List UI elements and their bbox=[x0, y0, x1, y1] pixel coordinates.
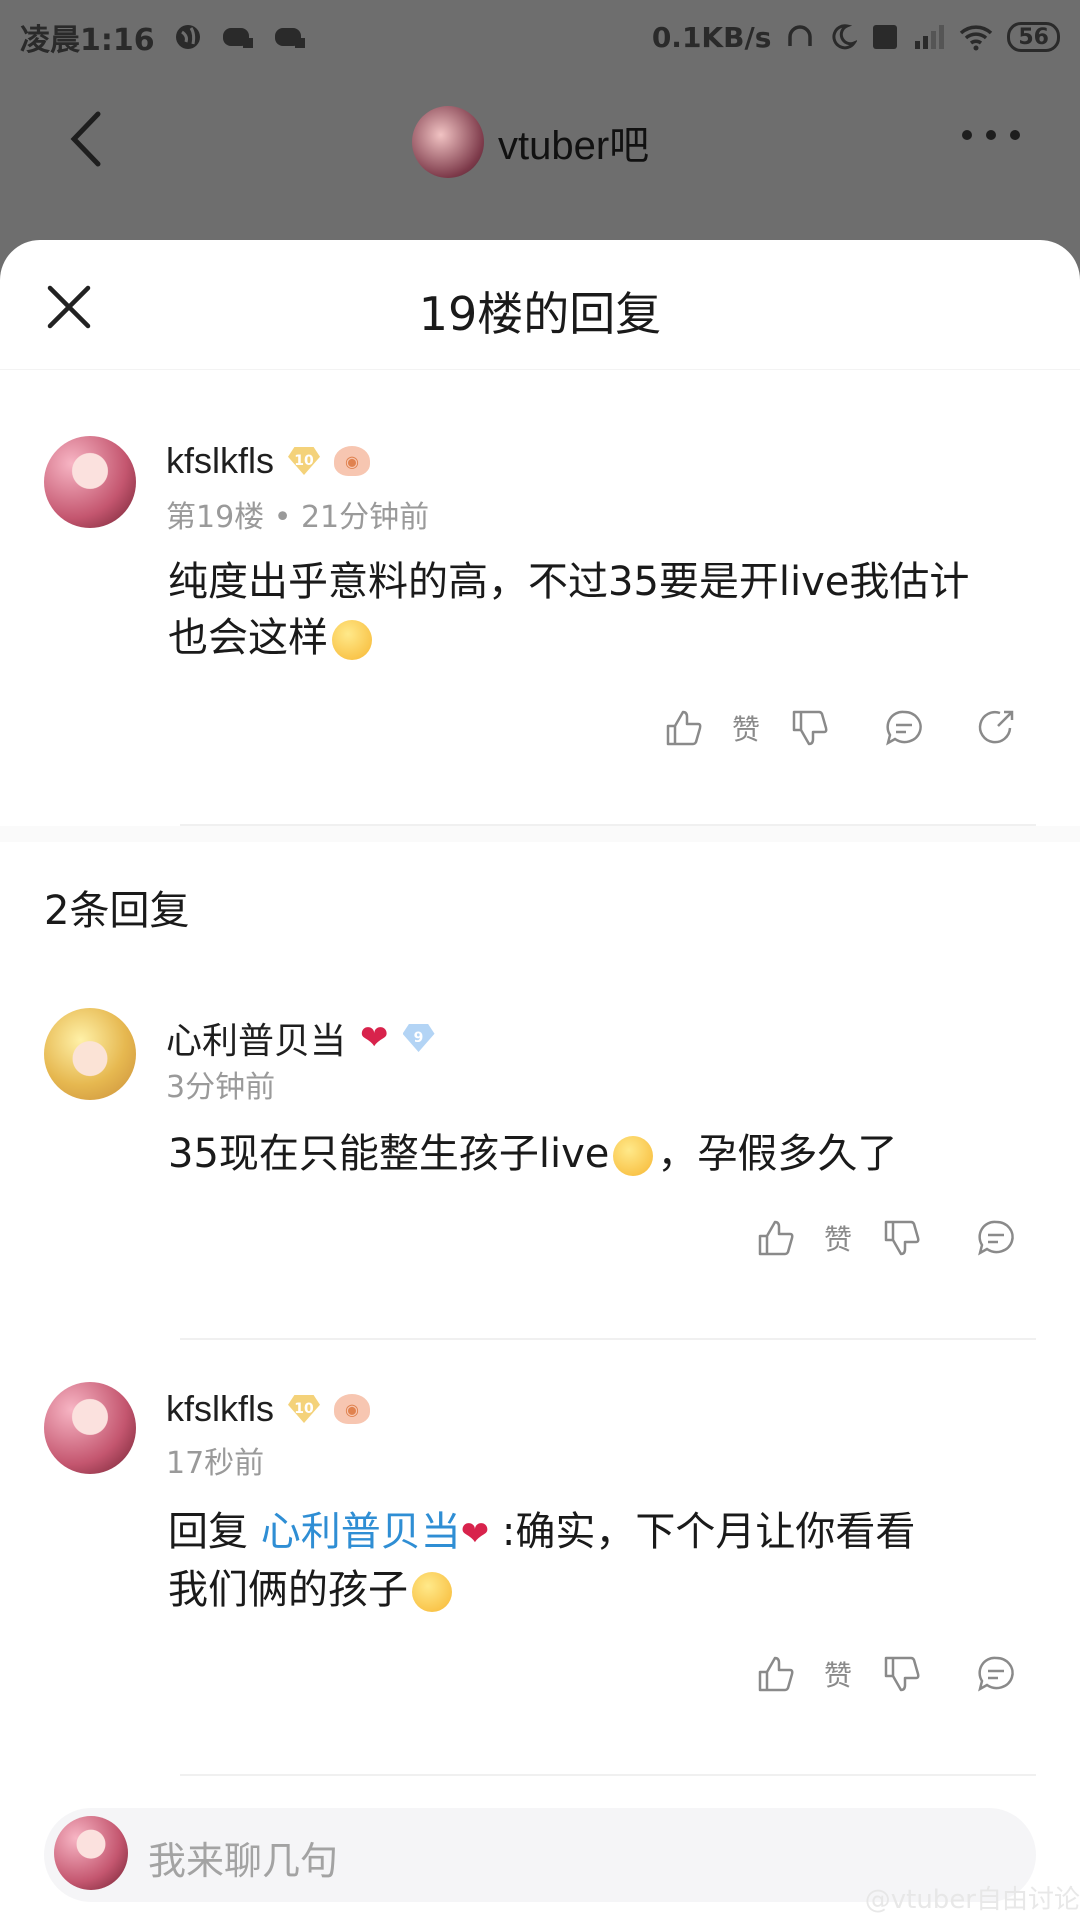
reply-content[interactable]: 35现在只能整生孩子live ，孕假多久了 bbox=[168, 1126, 1048, 1182]
post-content[interactable]: 纯度出乎意料的高，不过35要是开live我估计 也会这样 bbox=[168, 554, 1048, 666]
username[interactable]: kfslkfls bbox=[166, 1388, 274, 1430]
moon-icon bbox=[829, 23, 858, 51]
post-content-line2: 也会这样 bbox=[168, 615, 328, 661]
dislike-button[interactable] bbox=[788, 706, 832, 750]
reply-actions: 赞 bbox=[754, 1652, 1018, 1696]
avatar[interactable] bbox=[44, 1382, 136, 1474]
share-icon bbox=[978, 710, 1014, 744]
like-label: 赞 bbox=[824, 1223, 853, 1256]
gamepad-icon bbox=[221, 24, 255, 50]
reply-time: 3分钟前 bbox=[166, 1070, 276, 1105]
reply-time: 17秒前 bbox=[166, 1446, 265, 1481]
divider bbox=[180, 1338, 1036, 1340]
heart-icon: ❤ bbox=[460, 1514, 490, 1554]
forum-name: vtuber吧 bbox=[498, 124, 650, 168]
username[interactable]: kfslkfls bbox=[166, 440, 274, 482]
post-actions: 赞 bbox=[662, 706, 1018, 750]
username[interactable]: 心利普贝当 bbox=[166, 1012, 346, 1064]
post-content-line1: 纯度出乎意料的高，不过35要是开live我估计 bbox=[168, 559, 970, 605]
level-badge: 10 bbox=[288, 1395, 320, 1423]
forum-nav-bar: vtuber吧 bbox=[0, 74, 1080, 204]
input-placeholder: 我来聊几句 bbox=[148, 1839, 339, 1883]
thumbs-down-icon bbox=[884, 1220, 920, 1256]
status-bar: 凌晨1:16 0.1KB/s 56 bbox=[0, 0, 1080, 74]
battery-indicator: 56 bbox=[1007, 22, 1060, 52]
user-line: kfslkfls 10 ◉ bbox=[166, 440, 370, 482]
reply-content-line2: 我们俩的孩子 bbox=[168, 1567, 408, 1613]
reply-target-link[interactable]: 心利普贝当 bbox=[261, 1509, 461, 1555]
like-button[interactable] bbox=[754, 1652, 798, 1696]
chevron-left-icon bbox=[70, 111, 101, 167]
thumbs-up-icon bbox=[666, 710, 702, 746]
thumbs-up-icon bbox=[758, 1220, 794, 1256]
member-badge-icon: ◉ bbox=[334, 1394, 370, 1424]
avatar bbox=[54, 1816, 128, 1890]
user-line: 心利普贝当 ❤ 9 bbox=[166, 1012, 435, 1064]
comment-icon bbox=[978, 1656, 1014, 1692]
forum-title[interactable]: vtuber吧 bbox=[412, 106, 649, 178]
reply-count: 2条回复 bbox=[44, 888, 190, 934]
reply-prefix: 回复 bbox=[168, 1509, 261, 1555]
comment-button[interactable] bbox=[974, 1216, 1018, 1260]
level-badge: 9 bbox=[402, 1024, 435, 1052]
user-line: kfslkfls 10 ◉ bbox=[166, 1388, 370, 1430]
reply-content-line1: :确实，下个月让你看看 bbox=[489, 1509, 916, 1555]
watermark: @vtuber自由讨论 bbox=[864, 1885, 1080, 1915]
section-spacer bbox=[0, 826, 1080, 842]
net-speed: 0.1KB/s bbox=[651, 20, 772, 54]
sheet-title: 19楼的回复 bbox=[418, 287, 662, 341]
forum-avatar bbox=[412, 106, 484, 178]
dot-icon bbox=[986, 130, 996, 140]
headphones-icon bbox=[785, 22, 815, 52]
yum-emoji-icon bbox=[412, 1572, 452, 1612]
member-badge-icon: ◉ bbox=[334, 446, 370, 476]
sheet-header: 19楼的回复 bbox=[0, 240, 1080, 370]
avatar[interactable] bbox=[44, 1008, 136, 1100]
reply-content[interactable]: 回复 心利普贝当❤ :确实，下个月让你看看 我们俩的孩子 bbox=[168, 1504, 1048, 1618]
share-button[interactable] bbox=[974, 706, 1018, 750]
reply-sheet: 19楼的回复 kfslkfls 10 ◉ 第19楼 • 21分钟前 纯度出乎意料… bbox=[0, 240, 1080, 1920]
like-label: 赞 bbox=[732, 713, 761, 746]
post-meta: 第19楼 • 21分钟前 bbox=[166, 500, 430, 535]
heart-icon: ❤ bbox=[360, 1018, 389, 1058]
divider bbox=[180, 1774, 1036, 1776]
comment-button[interactable] bbox=[882, 706, 926, 750]
comment-button[interactable] bbox=[974, 1652, 1018, 1696]
volte-icon bbox=[871, 23, 899, 51]
reply-content-part1: 35现在只能整生孩子live bbox=[168, 1131, 610, 1177]
reply-actions: 赞 bbox=[754, 1216, 1018, 1260]
laughing-emoji-icon bbox=[332, 620, 372, 660]
like-button[interactable] bbox=[662, 706, 706, 750]
like-label: 赞 bbox=[824, 1659, 853, 1692]
dislike-button[interactable] bbox=[880, 1652, 924, 1696]
hugging-emoji-icon bbox=[613, 1136, 654, 1176]
status-time: 凌晨1:16 bbox=[20, 23, 155, 58]
level-badge: 10 bbox=[288, 447, 320, 475]
dot-icon bbox=[962, 130, 972, 140]
comment-icon bbox=[978, 1220, 1014, 1256]
signal-icon bbox=[913, 23, 945, 51]
thumbs-down-icon bbox=[884, 1656, 920, 1692]
wifi-icon bbox=[959, 23, 993, 51]
reply-content-part2: ，孕假多久了 bbox=[657, 1131, 898, 1177]
more-options-button[interactable] bbox=[962, 130, 1020, 140]
comment-input-bar: 我来聊几句 @vtuber自由讨论 bbox=[0, 1786, 1080, 1920]
thumbs-up-icon bbox=[758, 1656, 794, 1692]
back-button[interactable] bbox=[62, 104, 112, 174]
dislike-button[interactable] bbox=[880, 1216, 924, 1260]
thumbs-down-icon bbox=[792, 710, 828, 746]
avatar[interactable] bbox=[44, 436, 136, 528]
gamepad-icon bbox=[273, 24, 307, 50]
globe-icon bbox=[173, 22, 203, 52]
dot-icon bbox=[1010, 130, 1020, 140]
like-button[interactable] bbox=[754, 1216, 798, 1260]
comment-icon bbox=[886, 710, 922, 746]
